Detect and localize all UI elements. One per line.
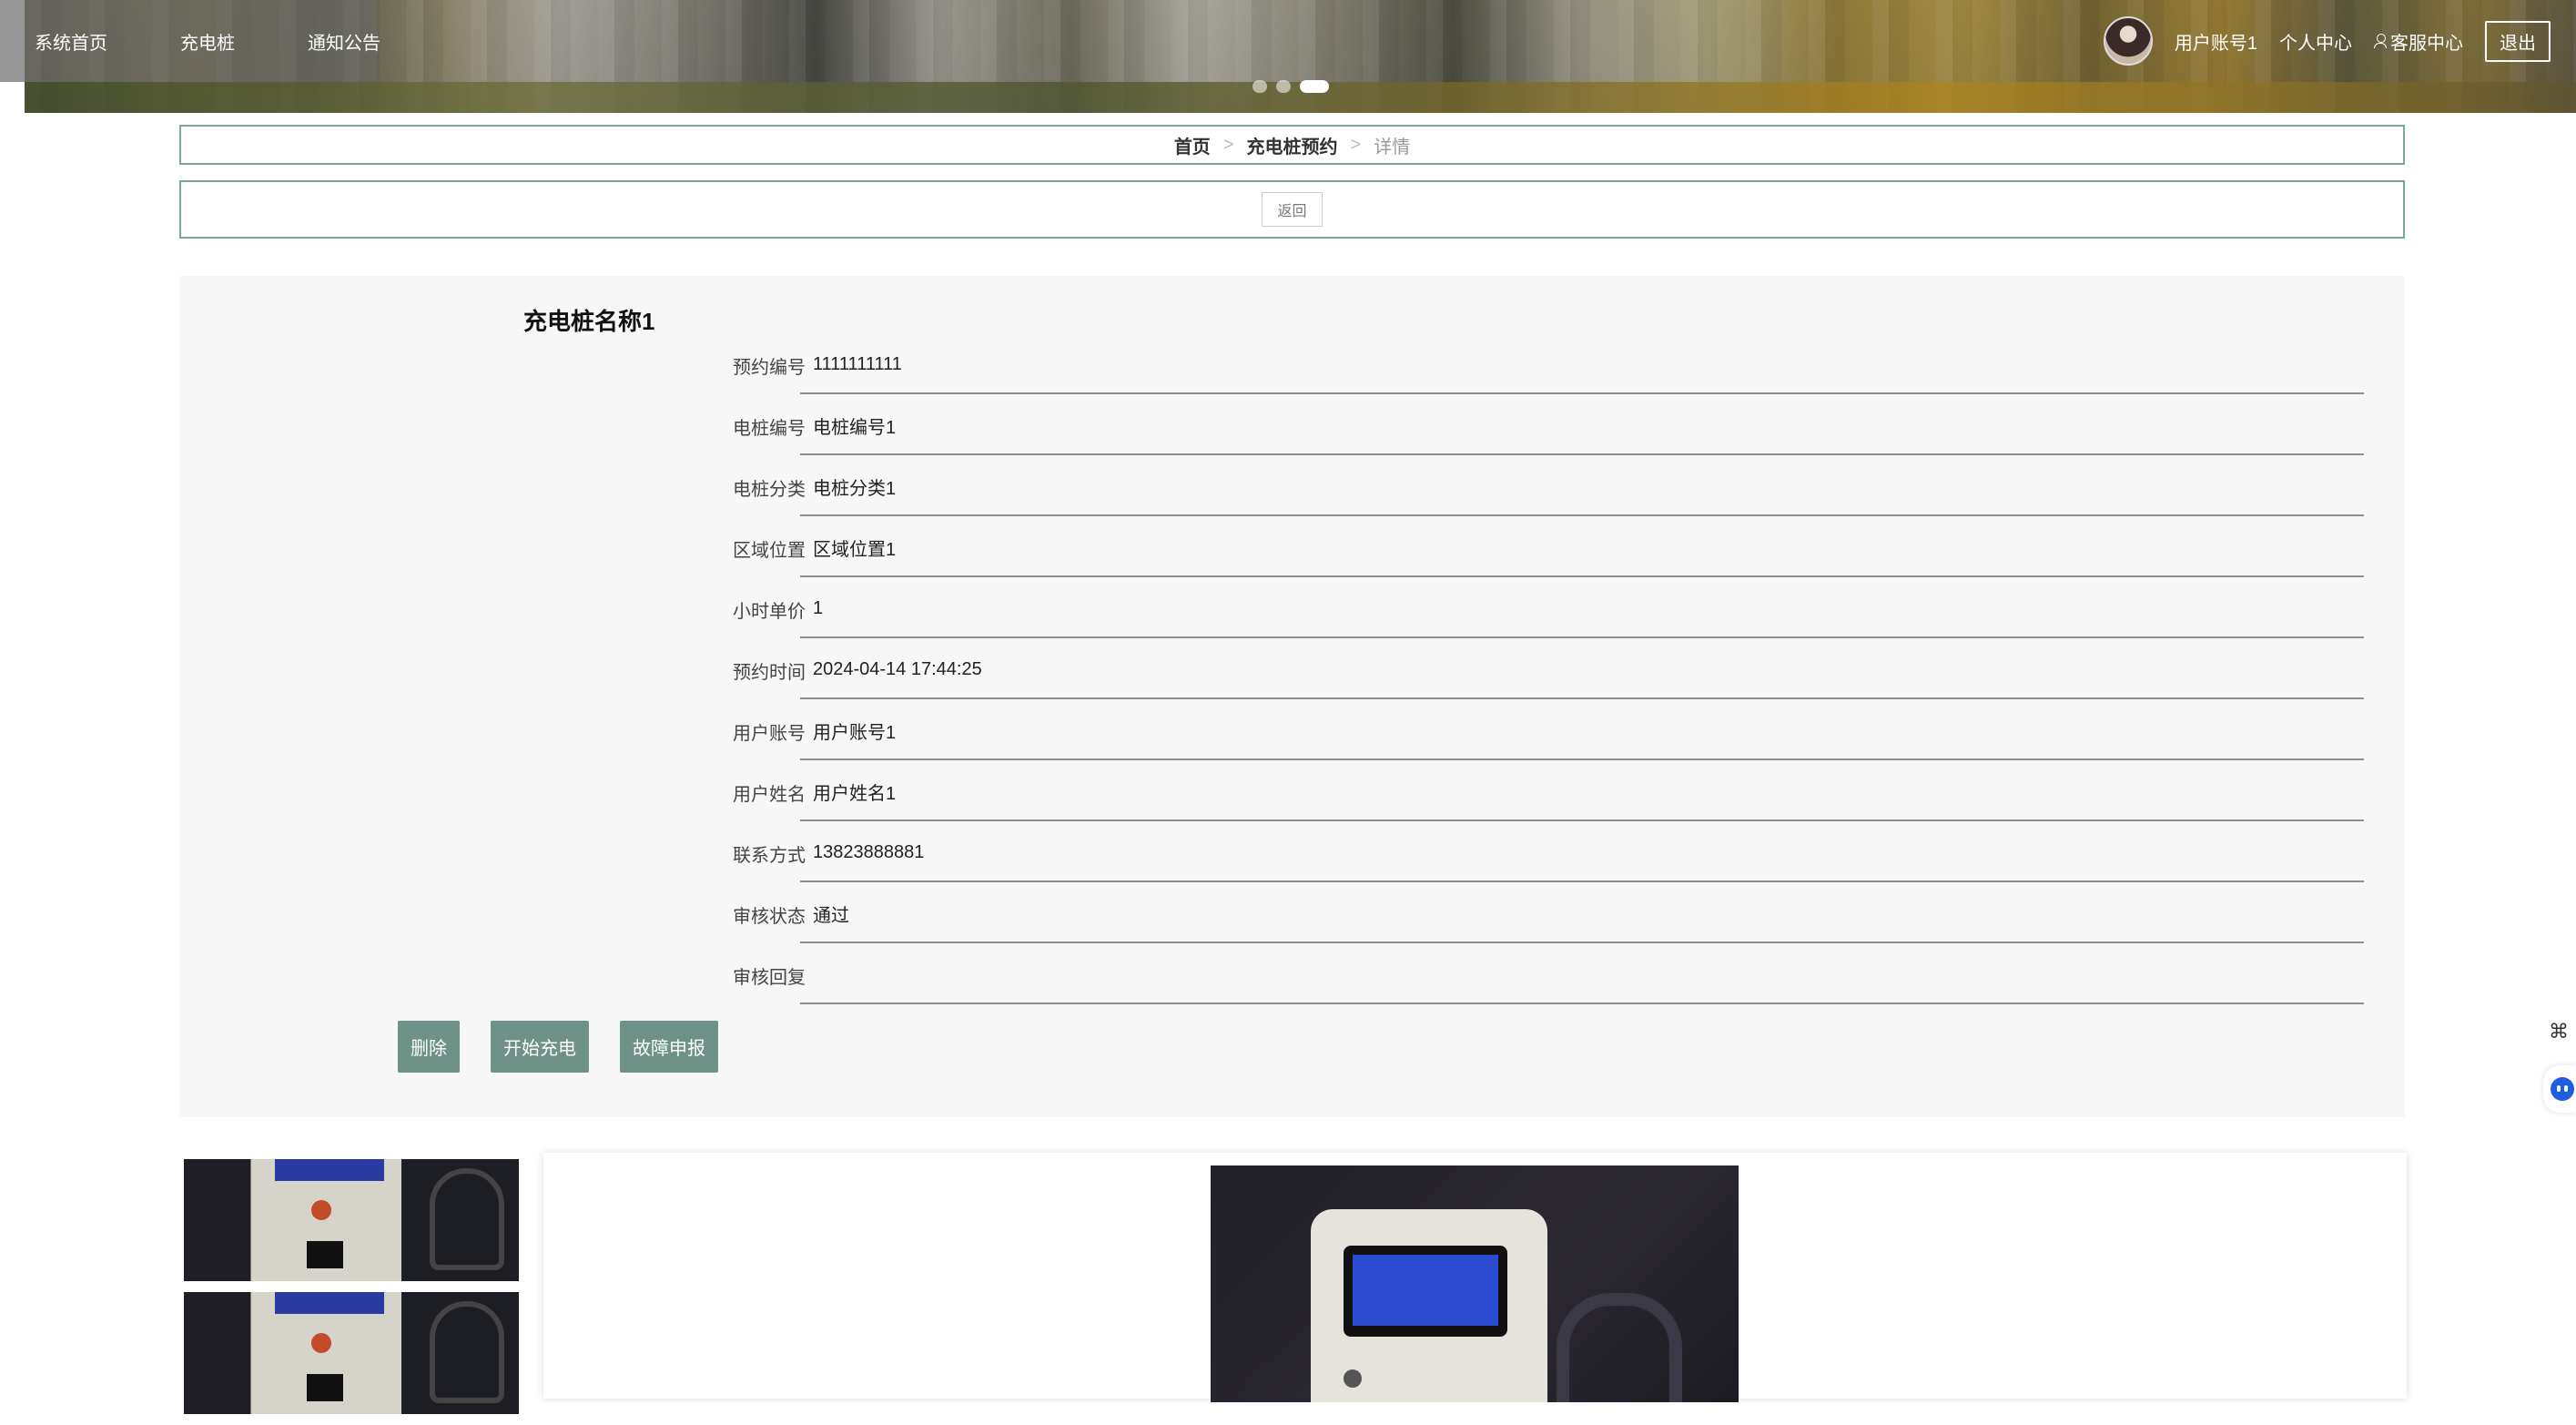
field-label: 区域位置 bbox=[733, 541, 806, 561]
carousel-indicators bbox=[1253, 80, 1338, 93]
field-value: 电桩分类1 bbox=[800, 458, 2364, 516]
field-value: 2024-04-14 17:44:25 bbox=[800, 641, 2364, 699]
field-label: 小时单价 bbox=[733, 602, 806, 622]
field-row: 电桩分类 电桩分类1 bbox=[523, 458, 2366, 518]
field-label: 审核状态 bbox=[733, 907, 806, 927]
carousel-dot-2[interactable] bbox=[1276, 80, 1291, 93]
field-label: 电桩编号 bbox=[733, 419, 806, 439]
start-charging-button[interactable]: 开始充电 bbox=[491, 1021, 589, 1073]
field-row: 区域位置 区域位置1 bbox=[523, 519, 2366, 579]
field-row: 用户账号 用户账号1 bbox=[523, 702, 2366, 762]
charger-cable bbox=[430, 1301, 504, 1403]
charging-pile-photo bbox=[1211, 1165, 1739, 1402]
back-bar: 返回 bbox=[179, 180, 2405, 239]
back-button[interactable]: 返回 bbox=[1262, 192, 1323, 227]
field-row: 用户姓名 用户姓名1 bbox=[523, 763, 2366, 823]
breadcrumb-separator: > bbox=[1350, 134, 1362, 155]
field-value: 区域位置1 bbox=[800, 519, 2364, 577]
charger-card-reader bbox=[307, 1374, 343, 1401]
customer-service-link[interactable]: 客服中心 bbox=[2374, 28, 2463, 55]
logout-button[interactable]: 退出 bbox=[2485, 20, 2551, 62]
delete-button[interactable]: 删除 bbox=[398, 1021, 460, 1073]
charger-button bbox=[311, 1200, 331, 1220]
charger-cable bbox=[430, 1168, 504, 1270]
field-value: 1 bbox=[800, 580, 2364, 638]
field-label: 用户账号 bbox=[733, 724, 806, 744]
charger-plug bbox=[1557, 1293, 1682, 1402]
customer-service-label: 客服中心 bbox=[2390, 33, 2463, 54]
thumbnail-image[interactable] bbox=[184, 1292, 519, 1414]
nav-home[interactable]: 系统首页 bbox=[35, 28, 107, 55]
nav-notices[interactable]: 通知公告 bbox=[308, 28, 380, 55]
assistant-widget[interactable] bbox=[2543, 1065, 2576, 1113]
page-title: 充电桩名称1 bbox=[523, 308, 655, 335]
shortcut-icon[interactable]: ⌘ bbox=[2545, 1020, 2572, 1047]
user-account-link[interactable]: 用户账号1 bbox=[2175, 28, 2257, 55]
action-bar: 删除 开始充电 故障申报 bbox=[398, 1021, 749, 1073]
main-nav: 系统首页 充电桩 通知公告 bbox=[0, 0, 380, 82]
breadcrumb-home[interactable]: 首页 bbox=[1174, 132, 1211, 158]
breadcrumb-section[interactable]: 充电桩预约 bbox=[1247, 132, 1338, 158]
fault-report-button[interactable]: 故障申报 bbox=[620, 1021, 718, 1073]
breadcrumb: 首页 > 充电桩预约 > 详情 bbox=[179, 125, 2405, 165]
field-value: 用户姓名1 bbox=[800, 763, 2364, 821]
charger-body bbox=[1311, 1209, 1547, 1402]
charger-screen bbox=[275, 1292, 384, 1314]
field-value bbox=[800, 946, 2364, 1004]
field-row: 电桩编号 电桩编号1 bbox=[523, 397, 2366, 457]
field-row: 小时单价 1 bbox=[523, 580, 2366, 640]
charger-card-reader bbox=[307, 1241, 343, 1268]
person-icon bbox=[2374, 34, 2387, 48]
charger-screen bbox=[275, 1159, 384, 1181]
field-value: 13823888881 bbox=[800, 824, 2364, 882]
breadcrumb-separator: > bbox=[1222, 134, 1234, 155]
detail-panel: 充电桩名称1 预约编号 1111111111 电桩编号 电桩编号1 电桩分类 电… bbox=[179, 276, 2405, 1117]
carousel-dot-3-active[interactable] bbox=[1300, 80, 1329, 93]
avatar[interactable] bbox=[2103, 16, 2153, 66]
field-label: 预约编号 bbox=[733, 358, 806, 378]
charger-button bbox=[311, 1333, 331, 1353]
field-label: 用户姓名 bbox=[733, 785, 806, 805]
thumbnail-image[interactable] bbox=[184, 1159, 519, 1281]
field-label: 联系方式 bbox=[733, 846, 806, 866]
nav-charging-pile[interactable]: 充电桩 bbox=[180, 28, 235, 55]
carousel-dot-1[interactable] bbox=[1253, 80, 1267, 93]
field-value: 电桩编号1 bbox=[800, 397, 2364, 455]
charger-screen bbox=[1344, 1246, 1507, 1337]
field-label: 电桩分类 bbox=[733, 480, 806, 500]
field-label: 审核回复 bbox=[733, 968, 806, 988]
field-value: 通过 bbox=[800, 885, 2364, 943]
field-row: 联系方式 13823888881 bbox=[523, 824, 2366, 884]
field-label: 预约时间 bbox=[733, 663, 806, 683]
field-row: 预约时间 2024-04-14 17:44:25 bbox=[523, 641, 2366, 701]
user-nav: 用户账号1 个人中心 客服中心 退出 bbox=[2103, 0, 2551, 82]
main-image-frame bbox=[543, 1153, 2407, 1402]
field-row: 预约编号 1111111111 bbox=[523, 336, 2366, 396]
personal-center-link[interactable]: 个人中心 bbox=[2279, 28, 2352, 55]
assistant-robot-icon bbox=[2551, 1077, 2574, 1101]
breadcrumb-current: 详情 bbox=[1374, 137, 1411, 158]
charger-knob bbox=[1344, 1369, 1362, 1388]
field-value: 1111111111 bbox=[800, 336, 2364, 394]
field-value: 用户账号1 bbox=[800, 702, 2364, 760]
field-row: 审核回复 bbox=[523, 946, 2366, 1006]
field-row: 审核状态 通过 bbox=[523, 885, 2366, 945]
thumbnail-list bbox=[184, 1159, 521, 1425]
